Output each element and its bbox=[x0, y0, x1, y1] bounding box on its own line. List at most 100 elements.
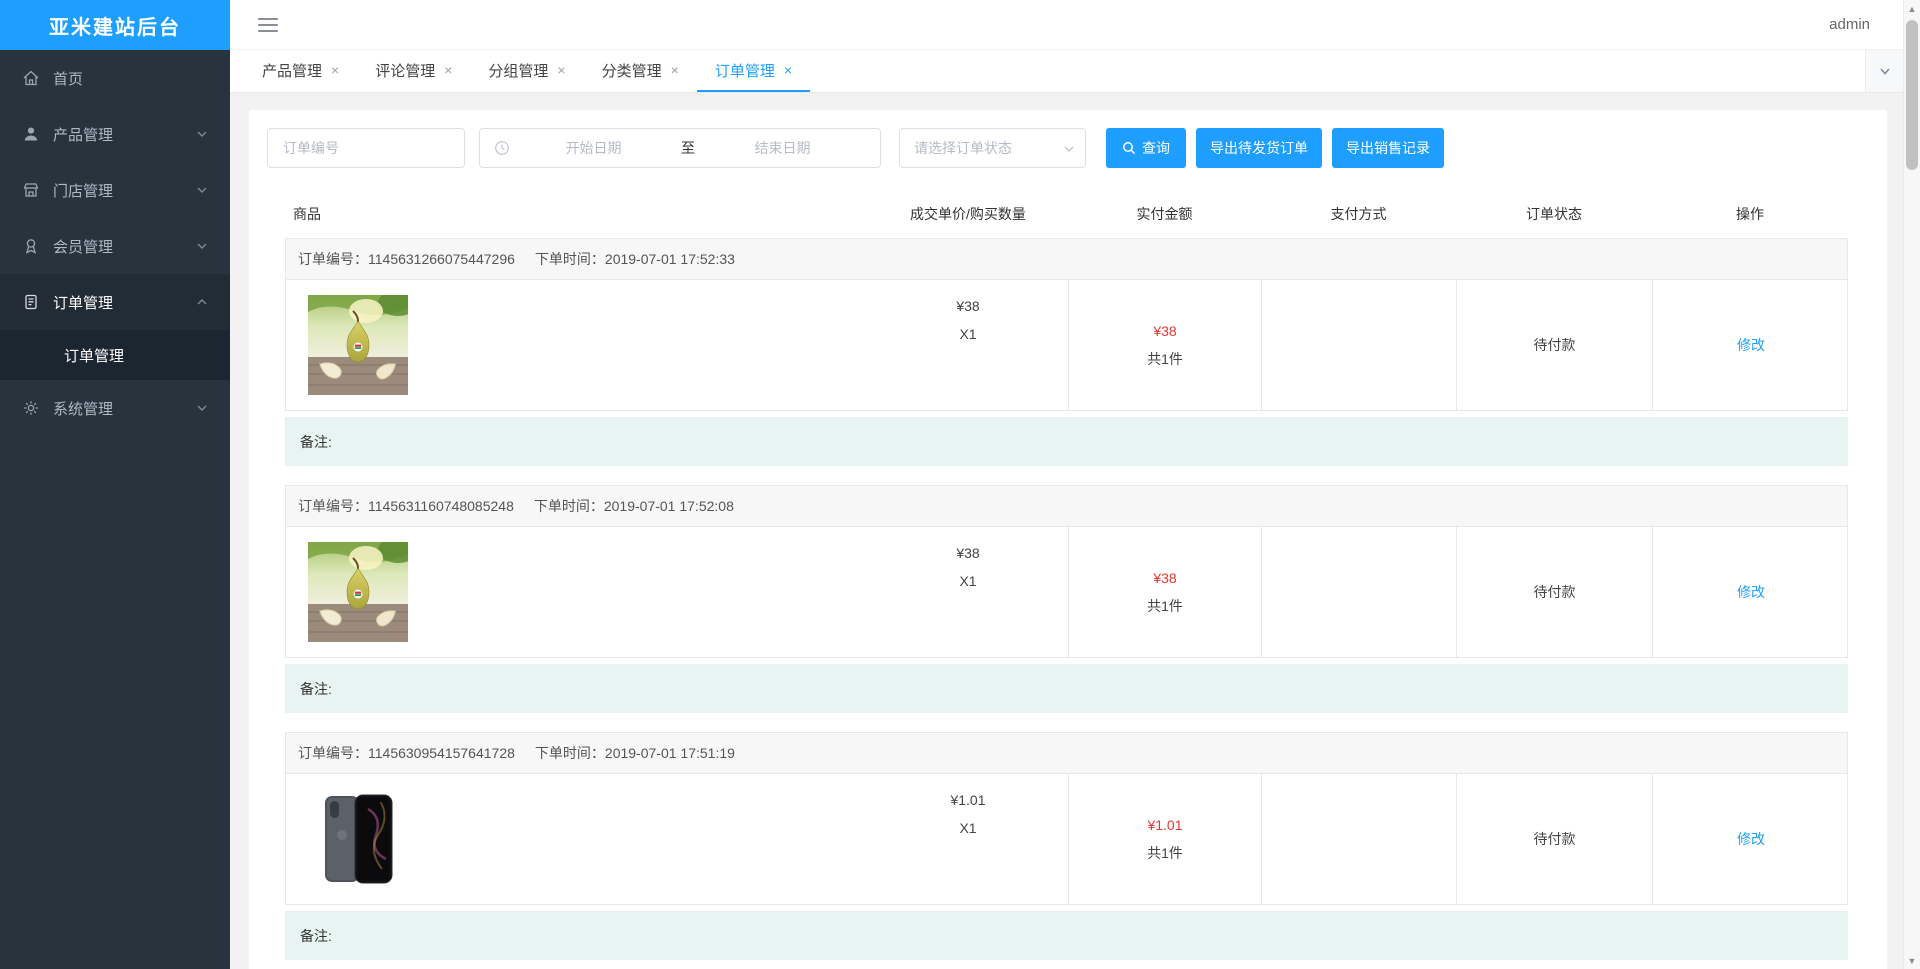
remark-label: 备注: bbox=[300, 433, 332, 450]
quantity: X1 bbox=[959, 326, 977, 342]
tab-bar: 产品管理 × 评论管理 × 分组管理 × 分类管理 × 订单管理 × bbox=[230, 50, 1920, 93]
payment-method-cell bbox=[1262, 774, 1457, 904]
order-time: 下单时间：2019-07-01 17:51:19 bbox=[534, 745, 735, 761]
order-status-select[interactable]: 请选择订单状态 bbox=[899, 128, 1086, 168]
chevron-up-icon bbox=[196, 296, 208, 308]
sidebar-item-system[interactable]: 系统管理 bbox=[0, 380, 230, 436]
date-range-picker[interactable]: 开始日期 至 结束日期 bbox=[479, 128, 881, 168]
scroll-up-arrow[interactable]: ▲ bbox=[1904, 0, 1920, 17]
close-icon[interactable]: × bbox=[557, 63, 565, 77]
chevron-down-icon bbox=[196, 184, 208, 196]
header-unit-price: 成交单价/购买数量 bbox=[910, 206, 1026, 222]
order-icon bbox=[22, 293, 40, 311]
order-time: 下单时间：2019-07-01 17:52:33 bbox=[534, 251, 735, 267]
remark-label: 备注: bbox=[300, 680, 332, 697]
store-icon bbox=[22, 181, 40, 199]
order-list: 订单编号：1145631266075447296 下单时间：2019-07-01… bbox=[285, 238, 1848, 960]
tab-label: 订单管理 bbox=[714, 62, 775, 80]
tab-orders[interactable]: 订单管理 × bbox=[696, 50, 811, 92]
tab-more-button[interactable] bbox=[1865, 50, 1903, 92]
actions-cell: 修改 bbox=[1653, 774, 1849, 904]
order-number: 订单编号：1145631266075447296 bbox=[298, 251, 515, 267]
actions-cell: 修改 bbox=[1653, 527, 1849, 657]
product-cell: ¥1.01 X1 bbox=[286, 774, 1069, 904]
tab-comments[interactable]: 评论管理 × bbox=[357, 50, 470, 92]
payment-method-cell bbox=[1262, 280, 1457, 410]
search-button[interactable]: 查询 bbox=[1106, 128, 1186, 168]
sidebar-item-home[interactable]: 首页 bbox=[0, 50, 230, 106]
total-items: 共1件 bbox=[1147, 351, 1183, 367]
paid-amount-cell: ¥38 共1件 bbox=[1069, 280, 1262, 410]
clock-icon bbox=[494, 140, 510, 156]
sidebar-item-label: 首页 bbox=[53, 70, 84, 88]
hamburger-icon[interactable] bbox=[258, 17, 278, 32]
product-cell: ¥38 X1 bbox=[286, 280, 1069, 410]
unit-price-quantity: ¥1.01 X1 bbox=[868, 774, 1068, 842]
sidebar-item-label: 产品管理 bbox=[53, 126, 114, 144]
remark-row: 备注: bbox=[285, 911, 1848, 960]
order-group-header: 订单编号：1145630954157641728 下单时间：2019-07-01… bbox=[285, 732, 1848, 774]
export-pending-button[interactable]: 导出待发货订单 bbox=[1196, 128, 1322, 168]
tab-products[interactable]: 产品管理 × bbox=[244, 50, 357, 92]
order-status-cell: 待付款 bbox=[1457, 527, 1653, 657]
unit-price-quantity: ¥38 X1 bbox=[868, 280, 1068, 348]
order-status-cell: 待付款 bbox=[1457, 280, 1653, 410]
close-icon[interactable]: × bbox=[444, 63, 452, 77]
order-number: 订单编号：1145630954157641728 bbox=[298, 745, 515, 761]
header-payment-method: 支付方式 bbox=[1330, 206, 1387, 222]
search-icon bbox=[1122, 141, 1136, 155]
tab-categories[interactable]: 分类管理 × bbox=[584, 50, 697, 92]
order-group: 订单编号：1145631266075447296 下单时间：2019-07-01… bbox=[285, 238, 1848, 466]
quantity: X1 bbox=[959, 820, 977, 836]
order-row: ¥38 X1 ¥38 共1件 待付款 修改 bbox=[285, 527, 1848, 658]
product-cell: ¥38 X1 bbox=[286, 527, 1069, 657]
sidebar-item-stores[interactable]: 门店管理 bbox=[0, 162, 230, 218]
order-time: 下单时间：2019-07-01 17:52:08 bbox=[533, 498, 734, 514]
export-sales-button[interactable]: 导出销售记录 bbox=[1332, 128, 1444, 168]
paid-amount: ¥38 bbox=[1153, 323, 1177, 339]
header-product: 商品 bbox=[293, 206, 321, 222]
scroll-down-arrow[interactable]: ▼ bbox=[1904, 952, 1920, 969]
vertical-scrollbar[interactable]: ▲ ▼ bbox=[1903, 0, 1920, 969]
member-icon bbox=[22, 237, 40, 255]
paid-amount: ¥1.01 bbox=[1147, 817, 1183, 833]
close-icon[interactable]: × bbox=[784, 63, 792, 77]
end-date-placeholder: 结束日期 bbox=[754, 140, 811, 156]
product-image bbox=[308, 295, 408, 395]
close-icon[interactable]: × bbox=[671, 63, 679, 77]
chevron-down-icon bbox=[1878, 64, 1892, 78]
scrollbar-thumb[interactable] bbox=[1906, 20, 1918, 170]
remark-label: 备注: bbox=[300, 927, 332, 944]
tab-label: 分组管理 bbox=[488, 62, 549, 80]
sidebar-group-orders: 订单管理 订单管理 bbox=[0, 274, 230, 380]
unit-price: ¥38 bbox=[956, 545, 980, 561]
edit-link[interactable]: 修改 bbox=[1737, 331, 1765, 359]
edit-link[interactable]: 修改 bbox=[1737, 825, 1765, 853]
sidebar-item-orders[interactable]: 订单管理 bbox=[0, 274, 230, 330]
product-image-iphone bbox=[308, 789, 408, 889]
topbar: admin bbox=[230, 0, 1920, 50]
order-group-header: 订单编号：1145631160748085248 下单时间：2019-07-01… bbox=[285, 485, 1848, 527]
product-image-pear bbox=[308, 295, 408, 395]
chevron-down-icon bbox=[1063, 143, 1075, 155]
quantity: X1 bbox=[959, 573, 977, 589]
tab-label: 评论管理 bbox=[375, 62, 436, 80]
sidebar-subitem-orders[interactable]: 订单管理 bbox=[0, 330, 230, 380]
order-group: 订单编号：1145631160748085248 下单时间：2019-07-01… bbox=[285, 485, 1848, 713]
tab-groups[interactable]: 分组管理 × bbox=[470, 50, 583, 92]
order-row: ¥1.01 X1 ¥1.01 共1件 待付款 修改 bbox=[285, 774, 1848, 905]
sidebar-item-label: 系统管理 bbox=[53, 400, 114, 418]
remark-row: 备注: bbox=[285, 417, 1848, 466]
sidebar-item-products[interactable]: 产品管理 bbox=[0, 106, 230, 162]
paid-amount-cell: ¥1.01 共1件 bbox=[1069, 774, 1262, 904]
edit-link[interactable]: 修改 bbox=[1737, 578, 1765, 606]
app-logo: 亚米建站后台 bbox=[0, 0, 230, 50]
user-menu[interactable]: admin bbox=[1829, 16, 1870, 33]
sidebar-item-members[interactable]: 会员管理 bbox=[0, 218, 230, 274]
orders-card: 开始日期 至 结束日期 请选择订单状态 查询 导出待 bbox=[249, 110, 1887, 969]
order-number: 订单编号：1145631160748085248 bbox=[298, 498, 514, 514]
close-icon[interactable]: × bbox=[331, 63, 339, 77]
order-number-input[interactable] bbox=[267, 128, 465, 168]
orders-table: 商品 成交单价/购买数量 实付金额 支付方式 订单状态 操作 订单编号：1145… bbox=[285, 190, 1848, 960]
sidebar-item-label: 订单管理 bbox=[53, 294, 114, 312]
